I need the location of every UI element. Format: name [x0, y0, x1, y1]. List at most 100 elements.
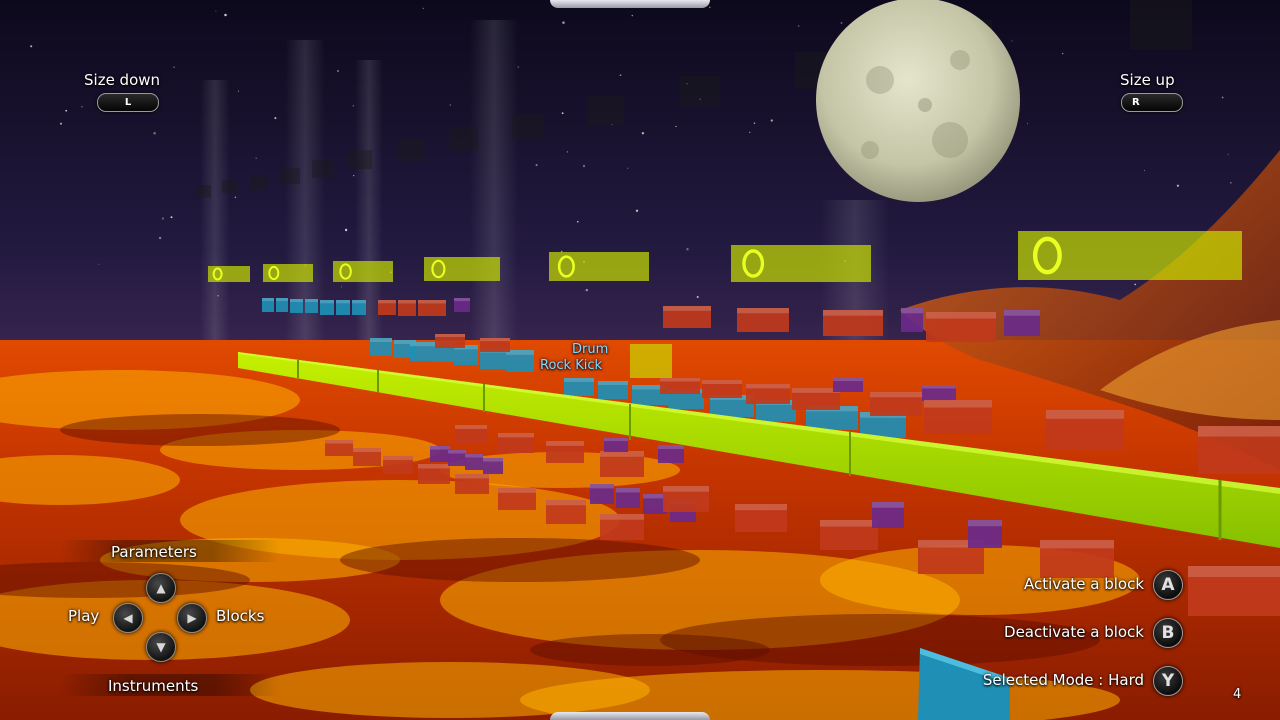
- star: [585, 288, 589, 292]
- star: [255, 157, 257, 160]
- star: [224, 13, 227, 17]
- star: [161, 217, 165, 220]
- note-block-highlight: [922, 385, 956, 389]
- size-up-label: Size up: [1120, 71, 1175, 89]
- light-pillar: [470, 20, 518, 370]
- star: [535, 164, 538, 167]
- note-block-highlight: [1188, 566, 1280, 577]
- star: [1134, 283, 1137, 286]
- note-block-highlight: [276, 298, 288, 302]
- star: [641, 131, 645, 135]
- deactivate-block-label: Deactivate a block: [1004, 623, 1144, 641]
- note-block-highlight: [590, 484, 614, 489]
- star: [577, 220, 579, 223]
- light-pillar: [200, 80, 230, 360]
- instrument-type-label: Drum: [572, 342, 609, 357]
- star: [170, 216, 173, 219]
- arrow-down-icon[interactable]: ▼: [146, 632, 176, 662]
- b-button-icon[interactable]: B: [1153, 618, 1183, 648]
- star: [237, 90, 240, 92]
- note-block-highlight: [663, 486, 709, 492]
- star: [709, 6, 711, 8]
- note-block-highlight: [378, 300, 396, 304]
- note-block-highlight: [833, 378, 863, 382]
- note-block-highlight: [600, 514, 644, 520]
- blocks-label: Blocks: [216, 607, 265, 625]
- star: [344, 228, 348, 232]
- note-block-highlight: [353, 448, 381, 452]
- note-block-highlight: [455, 474, 489, 479]
- note-block-highlight: [1040, 540, 1114, 549]
- star: [173, 66, 175, 69]
- star: [422, 7, 424, 9]
- note-block-highlight: [604, 438, 628, 442]
- note-block-highlight: [430, 446, 450, 450]
- star: [619, 74, 622, 77]
- note-block-highlight: [737, 308, 789, 314]
- star: [1176, 184, 1180, 187]
- star: [840, 22, 843, 24]
- r-shoulder-button[interactable]: R: [1121, 93, 1183, 112]
- floating-cube: [588, 96, 624, 125]
- star: [1026, 123, 1028, 125]
- arrow-right-icon[interactable]: ▶: [177, 603, 207, 633]
- lava-shadow: [530, 634, 770, 666]
- selected-mode-label: Selected Mode : Hard: [982, 671, 1144, 689]
- lava-shadow: [60, 414, 340, 446]
- a-button-icon[interactable]: A: [1153, 570, 1183, 600]
- star: [627, 167, 629, 169]
- star: [1143, 169, 1146, 172]
- note-block-highlight: [410, 342, 432, 347]
- note-block-highlight: [564, 378, 594, 382]
- star: [635, 209, 639, 212]
- star: [81, 106, 83, 108]
- note-block-highlight: [454, 298, 470, 302]
- floating-cube: [312, 160, 334, 178]
- moon: [816, 0, 1020, 202]
- note-block-highlight: [598, 381, 628, 385]
- floating-cube: [680, 76, 720, 108]
- note-block-highlight: [658, 445, 684, 449]
- note-block-highlight: [336, 300, 350, 304]
- page-counter: 4: [1233, 687, 1242, 702]
- star: [98, 263, 100, 265]
- note-block-highlight: [325, 440, 353, 444]
- y-button-icon[interactable]: Y: [1153, 666, 1183, 696]
- note-block-highlight: [1046, 410, 1124, 419]
- star: [1227, 153, 1229, 155]
- star: [65, 109, 68, 112]
- size-down-label: Size down: [84, 71, 161, 89]
- star: [158, 236, 162, 240]
- star: [336, 69, 340, 73]
- floating-cube: [250, 175, 268, 190]
- note-block-highlight: [305, 299, 318, 303]
- lava-glow: [250, 662, 650, 718]
- star: [562, 21, 565, 24]
- floating-cube: [195, 185, 211, 198]
- floating-cube: [450, 128, 478, 151]
- star: [749, 131, 751, 133]
- note-block-highlight: [870, 392, 922, 398]
- floating-cube: [512, 114, 544, 140]
- play-label: Play: [68, 607, 100, 625]
- arrow-left-icon[interactable]: ◀: [113, 603, 143, 633]
- note-block-highlight: [924, 400, 992, 408]
- star: [153, 132, 156, 135]
- note-block-highlight: [663, 306, 711, 311]
- beat-marker: [333, 261, 393, 282]
- note-block-highlight: [546, 441, 584, 446]
- note-block-highlight: [448, 450, 466, 454]
- star: [1221, 96, 1224, 99]
- note-block-highlight: [383, 456, 413, 460]
- selection-cursor: [630, 344, 672, 378]
- note-block-highlight: [901, 308, 923, 314]
- beat-marker: [263, 264, 313, 282]
- note-block-highlight: [498, 433, 534, 438]
- instruments-label: Instruments: [108, 677, 199, 695]
- top-frame-tab: [550, 0, 710, 8]
- l-shoulder-button[interactable]: L: [97, 93, 159, 112]
- arrow-up-icon[interactable]: ▲: [146, 573, 176, 603]
- note-block-highlight: [735, 504, 787, 511]
- star: [696, 295, 699, 299]
- star: [686, 248, 689, 251]
